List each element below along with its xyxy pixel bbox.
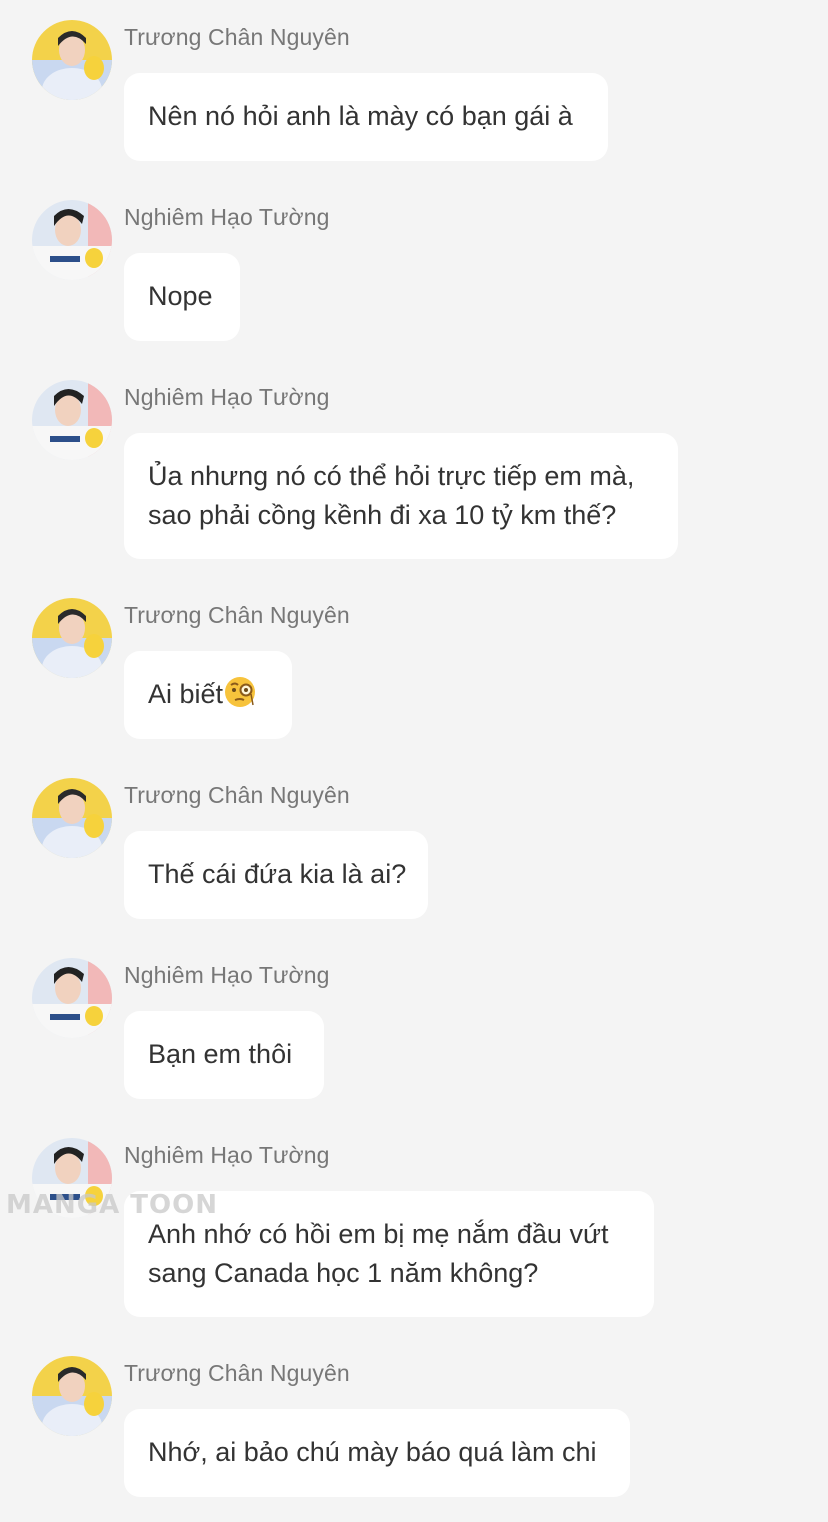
message-bubble: Ai biết [124,651,292,739]
message-text: Ai biết [148,679,224,709]
avatar[interactable] [32,598,112,678]
message-text: Ủa nhưng nó có thể hỏi trực tiếp em mà, [148,461,635,491]
message-bubble: Nhớ, ai bảo chú mày báo quá làm chi [124,1409,630,1497]
message-bubble: Ủa nhưng nó có thể hỏi trực tiếp em mà, … [124,433,678,559]
message-item: Nghiêm Hạo Tường Ủa nhưng nó có thể hỏi … [0,360,828,578]
sender-name: Nghiêm Hạo Tường [124,384,330,410]
avatar[interactable] [32,200,112,280]
watermark-logo: MANGA TOON [6,1190,218,1220]
avatar[interactable] [32,778,112,858]
avatar[interactable] [32,958,112,1038]
message-text: Nên nó hỏi anh là mày có bạn gái à [148,101,573,131]
sender-name: Trương Chân Nguyên [124,24,350,50]
message-text: Nhớ, ai bảo chú mày báo quá làm chi [148,1437,597,1467]
message-text: sang Canada học 1 năm không? [148,1258,539,1288]
avatar[interactable] [32,1356,112,1436]
message-item: Trương Chân Nguyên Ai biết [0,578,828,758]
message-bubble: Nope [124,253,240,341]
message-item: Trương Chân Nguyên Thế cái đứa kia là ai… [0,758,828,938]
sender-name: Trương Chân Nguyên [124,782,350,808]
message-bubble: Bạn em thôi [124,1011,324,1099]
message-item: Trương Chân Nguyên Nhớ, ai bảo chú mày b… [0,1336,828,1522]
message-text: Bạn em thôi [148,1039,293,1069]
sender-name: Nghiêm Hạo Tường [124,1142,330,1168]
message-item: Nghiêm Hạo Tường Bạn em thôi [0,938,828,1118]
monocle-face-emoji-icon [225,677,256,707]
message-item: Nghiêm Hạo Tường Nope [0,180,828,360]
message-bubble: Nên nó hỏi anh là mày có bạn gái à [124,73,608,161]
message-text: Thế cái đứa kia là ai? [148,859,407,889]
message-text: Anh nhớ có hồi em bị mẹ nắm đầu vứt [148,1219,609,1249]
message-text: sao phải cồng kềnh đi xa 10 tỷ km thế? [148,500,617,530]
message-item: Trương Chân Nguyên Nên nó hỏi anh là mày… [0,0,828,180]
sender-name: Trương Chân Nguyên [124,1360,350,1386]
message-bubble: Thế cái đứa kia là ai? [124,831,428,919]
message-item: Nghiêm Hạo Tường Anh nhớ có hồi em bị mẹ… [0,1118,828,1336]
message-text: Nope [148,281,213,311]
sender-name: Trương Chân Nguyên [124,602,350,628]
chat-thread: Trương Chân Nguyên Nên nó hỏi anh là mày… [0,0,828,1522]
sender-name: Nghiêm Hạo Tường [124,962,330,988]
sender-name: Nghiêm Hạo Tường [124,204,330,230]
avatar[interactable] [32,20,112,100]
avatar[interactable] [32,380,112,460]
